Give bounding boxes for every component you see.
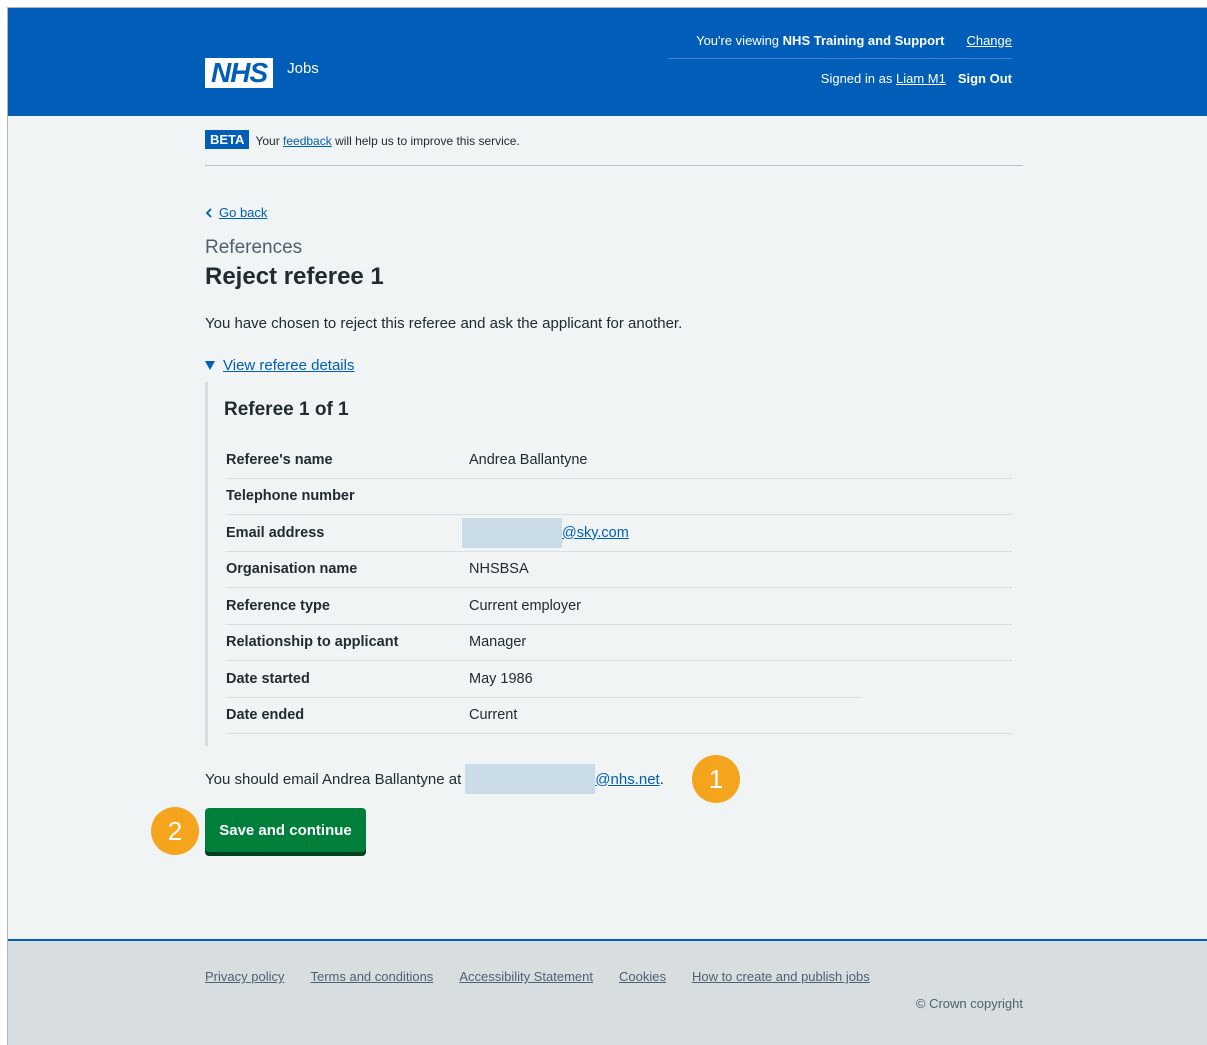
page-title: Reject referee 1 <box>205 263 384 290</box>
referee-heading: Referee 1 of 1 <box>224 399 349 420</box>
site-header: You're viewing NHS Training and Support … <box>8 8 1207 116</box>
referee-details-panel: Referee 1 of 1 Referee's name Andrea Bal… <box>205 382 1012 746</box>
row-key: Reference type <box>226 597 330 614</box>
row-key: Date ended <box>226 707 305 724</box>
step-badge-2: 2 <box>151 807 199 855</box>
footer-link-terms[interactable]: Terms and conditions <box>310 969 433 984</box>
copyright: © Crown copyright <box>915 996 1023 1011</box>
row-value: May 1986 <box>469 671 533 688</box>
sign-out-link[interactable]: Sign Out <box>958 71 1012 86</box>
referee-contact-email-link[interactable]: @nhs.net <box>595 771 659 788</box>
site-footer: Privacy policy Terms and conditions Acce… <box>8 939 1207 1045</box>
summary-row-telephone: Telephone number <box>226 479 1012 515</box>
viewing-org: NHS Training and Support <box>782 33 945 48</box>
save-and-continue-button[interactable]: Save and continue <box>205 808 366 852</box>
beta-banner: BETA Your feedback will help us to impro… <box>205 130 1023 166</box>
nhs-logo-icon: NHS <box>205 58 274 88</box>
row-key: Relationship to applicant <box>226 634 399 651</box>
summary-row-date-started: Date started May 1986 <box>226 661 1012 698</box>
redacted-email-block <box>465 764 596 794</box>
footer-link-accessibility[interactable]: Accessibility Statement <box>459 969 593 984</box>
step-badge-1: 1 <box>692 755 740 803</box>
row-key: Organisation name <box>226 561 358 578</box>
summary-row-date-ended: Date ended Current <box>226 698 1012 734</box>
row-value: NHSBSA <box>469 561 529 578</box>
row-key: Telephone number <box>226 488 355 505</box>
footer-link-cookies[interactable]: Cookies <box>619 969 666 984</box>
view-referee-details-link[interactable]: View referee details <box>223 357 354 374</box>
row-key: Date started <box>226 671 310 688</box>
lead-text: You have chosen to reject this referee a… <box>205 315 683 332</box>
feedback-link[interactable]: feedback <box>283 134 332 148</box>
row-value: @sky.com <box>462 517 1012 548</box>
details-toggle[interactable]: View referee details <box>205 357 354 374</box>
email-instruction: You should email Andrea Ballantyne at @n… <box>205 764 664 794</box>
row-value: Current <box>469 707 518 724</box>
summary-row-relationship: Relationship to applicant Manager <box>226 625 1012 661</box>
page-caption: References <box>205 237 303 258</box>
chevron-left-icon <box>205 207 212 218</box>
referee-email-link[interactable]: @sky.com <box>562 525 629 541</box>
summary-row-organisation: Organisation name NHSBSA <box>226 552 1012 588</box>
footer-links: Privacy policy Terms and conditions Acce… <box>205 969 870 984</box>
nhs-jobs-logo[interactable]: NHS Jobs <box>205 58 319 88</box>
summary-row-name: Referee's name Andrea Ballantyne <box>226 442 1012 479</box>
row-value: Current employer <box>469 597 582 614</box>
redacted-email-block <box>462 517 562 548</box>
account-bar: Signed in as Liam M1 Sign Out <box>821 71 1012 86</box>
beta-tag: BETA <box>205 130 250 149</box>
footer-link-privacy[interactable]: Privacy policy <box>205 969 284 984</box>
footer-link-how-to-publish[interactable]: How to create and publish jobs <box>692 969 870 984</box>
go-back-link[interactable]: Go back <box>205 205 267 220</box>
row-key: Email address <box>226 524 325 541</box>
org-switcher: You're viewing NHS Training and Support … <box>696 33 1012 48</box>
go-back-label: Go back <box>219 205 268 220</box>
logo-service-name: Jobs <box>287 59 319 77</box>
signed-in-text: Signed in as Liam M1 <box>820 71 946 86</box>
page-frame: You're viewing NHS Training and Support … <box>7 7 1207 1045</box>
row-value: Manager <box>469 634 527 651</box>
summary-row-email: Email address @sky.com <box>226 515 1012 552</box>
user-name-link[interactable]: Liam M1 <box>896 71 946 86</box>
referee-summary-list: Referee's name Andrea Ballantyne Telepho… <box>226 442 1012 734</box>
header-divider <box>668 58 1012 59</box>
change-org-link[interactable]: Change <box>966 33 1012 48</box>
summary-row-reference-type: Reference type Current employer <box>226 588 1012 625</box>
beta-text: Your feedback will help us to improve th… <box>255 134 520 148</box>
viewing-text: You're viewing NHS Training and Support <box>696 33 945 48</box>
row-key: Referee's name <box>226 451 333 468</box>
email-instruction-prefix: You should email Andrea Ballantyne at <box>205 770 462 788</box>
triangle-down-icon <box>205 361 215 370</box>
row-value: Andrea Ballantyne <box>469 451 588 468</box>
